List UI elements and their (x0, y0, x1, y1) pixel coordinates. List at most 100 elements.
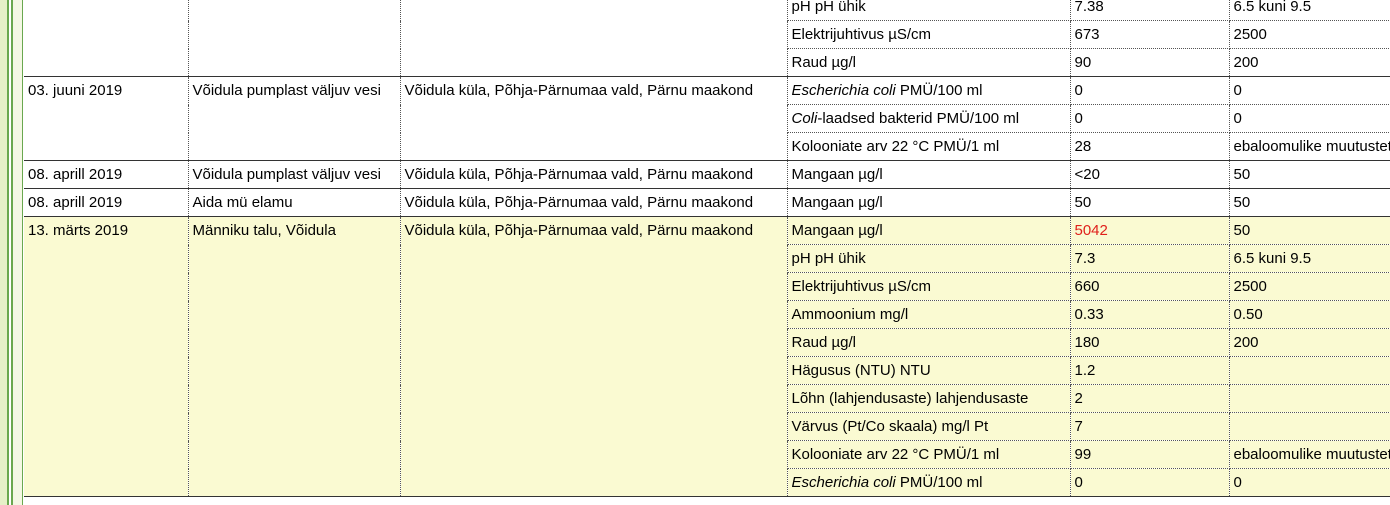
indicator-cell: Kolooniate arv 22 °C PMÜ/1 ml (787, 440, 1071, 469)
table-row: Lõhn (lahjendusaste) lahjendusaste 2 (24, 384, 1390, 413)
address-cell: Võidula küla, Põhja-Pärnumaa vald, Pärnu… (400, 76, 788, 105)
sampling-location-cell (188, 132, 401, 161)
left-border-decoration (0, 0, 24, 505)
measured-value-cell: 5042 (1070, 216, 1230, 245)
norm-value-cell (1229, 412, 1390, 441)
norm-value-cell: 200 (1229, 48, 1390, 77)
sampling-location-cell: Võidula pumplast väljuv vesi (188, 76, 401, 105)
indicator-cell: Mangaan µg/l (787, 160, 1071, 189)
address-cell (400, 440, 788, 469)
table-row: Escherichia coli PMÜ/100 ml 0 0 (24, 468, 1390, 497)
sampling-location-cell (188, 104, 401, 133)
norm-value-cell: 6.5 kuni 9.5 (1229, 244, 1390, 273)
table-row: 08. aprill 2019 Aida mü elamu Võidula küla… (24, 188, 1390, 217)
measured-value-cell: 90 (1070, 48, 1230, 77)
sample-date-cell (24, 132, 189, 161)
address-cell (400, 0, 788, 21)
indicator-italic-part: Escherichia coli (791, 474, 896, 491)
address-cell (400, 104, 788, 133)
sample-date-cell: 03. juuni 2019 (24, 76, 189, 105)
indicator-cell: pH pH ühik (787, 0, 1071, 21)
sample-date-cell: 13. märts 2019 (24, 216, 189, 245)
norm-value-cell: 0 (1229, 104, 1390, 133)
sample-date-cell (24, 328, 189, 357)
sample-date-cell (24, 272, 189, 301)
sample-date-cell (24, 20, 189, 49)
sample-date-cell (24, 244, 189, 273)
sample-date-cell (24, 0, 189, 21)
measured-value-cell: 7.38 (1070, 0, 1230, 21)
norm-value-cell: 6.5 kuni 9.5 (1229, 0, 1390, 21)
table-row: Elektrijuhtivus µS/cm 673 2500 (24, 20, 1390, 49)
indicator-cell: Elektrijuhtivus µS/cm (787, 272, 1071, 301)
indicator-cell: Escherichia coli PMÜ/100 ml (787, 468, 1071, 497)
table-row: Hägusus (NTU) NTU 1.2 (24, 356, 1390, 385)
indicator-unit-part: -laadsed bakterid PMÜ/100 ml (817, 110, 1020, 127)
measured-value-cell: 50 (1070, 188, 1230, 217)
sampling-location-cell (188, 244, 401, 273)
sampling-location-cell (188, 468, 401, 497)
sample-date-cell (24, 356, 189, 385)
address-cell (400, 132, 788, 161)
indicator-cell: Lõhn (lahjendusaste) lahjendusaste (787, 384, 1071, 413)
indicator-cell: Värvus (Pt/Co skaala) mg/l Pt (787, 412, 1071, 441)
indicator-cell: Ammoonium mg/l (787, 300, 1071, 329)
indicator-italic-part: Escherichia coli (791, 82, 896, 99)
sampling-location-cell (188, 384, 401, 413)
sampling-location-cell (188, 20, 401, 49)
address-cell (400, 244, 788, 273)
sampling-location-cell (188, 356, 401, 385)
table-row: Kolooniate arv 22 °C PMÜ/1 ml 28 ebaloomul… (24, 132, 1390, 161)
norm-value-cell: 2500 (1229, 272, 1390, 301)
measured-value-cell: 0.33 (1070, 300, 1230, 329)
address-cell (400, 412, 788, 441)
address-cell (400, 328, 788, 357)
measured-value-cell: 0 (1070, 76, 1230, 105)
sampling-location-cell (188, 48, 401, 77)
table-row: 08. aprill 2019 Võidula pumplast väljuv v… (24, 160, 1390, 189)
norm-value-cell: 50 (1229, 216, 1390, 245)
table-row: Raud µg/l 90 200 (24, 48, 1390, 77)
address-cell (400, 20, 788, 49)
indicator-cell: pH pH ühik (787, 244, 1071, 273)
norm-value-cell: ebaloomulike muutusteta (1229, 440, 1390, 469)
sampling-location-cell (188, 328, 401, 357)
table-row: pH pH ühik 7.38 6.5 kuni 9.5 (24, 0, 1390, 21)
norm-value-cell (1229, 356, 1390, 385)
indicator-italic-part: Coli (791, 110, 818, 127)
water-quality-table: pH pH ühik 7.38 6.5 kuni 9.5 Elektrijuhtivu… (24, 0, 1390, 497)
norm-value-cell: 0 (1229, 76, 1390, 105)
sampling-location-cell (188, 272, 401, 301)
measured-value-cell: 0 (1070, 104, 1230, 133)
norm-value-cell: 0.50 (1229, 300, 1390, 329)
address-cell (400, 468, 788, 497)
norm-value-cell: 50 (1229, 160, 1390, 189)
sample-date-cell: 08. aprill 2019 (24, 188, 189, 217)
address-cell: Võidula küla, Põhja-Pärnumaa vald, Pärnu… (400, 160, 788, 189)
address-cell (400, 48, 788, 77)
norm-value-cell (1229, 384, 1390, 413)
address-cell (400, 356, 788, 385)
sample-date-cell (24, 384, 189, 413)
measured-value-cell: 0 (1070, 468, 1230, 497)
measured-value-cell: 7 (1070, 412, 1230, 441)
indicator-cell: Escherichia coli PMÜ/100 ml (787, 76, 1071, 105)
sample-date-cell: 08. aprill 2019 (24, 160, 189, 189)
sampling-location-cell (188, 0, 401, 21)
measured-value-cell: 180 (1070, 328, 1230, 357)
indicator-cell: Kolooniate arv 22 °C PMÜ/1 ml (787, 132, 1071, 161)
indicator-cell: Mangaan µg/l (787, 216, 1071, 245)
address-cell (400, 384, 788, 413)
sample-date-cell (24, 440, 189, 469)
table-row: Värvus (Pt/Co skaala) mg/l Pt 7 (24, 412, 1390, 441)
page: pH pH ühik 7.38 6.5 kuni 9.5 Elektrijuhtivu… (0, 0, 1390, 505)
indicator-cell: Raud µg/l (787, 328, 1071, 357)
indicator-cell: Raud µg/l (787, 48, 1071, 77)
measured-value-cell: <20 (1070, 160, 1230, 189)
indicator-unit-part: PMÜ/100 ml (895, 474, 983, 491)
norm-value-cell: 0 (1229, 468, 1390, 497)
table-row: Elektrijuhtivus µS/cm 660 2500 (24, 272, 1390, 301)
measured-value-cell: 673 (1070, 20, 1230, 49)
indicator-cell: Coli-laadsed bakterid PMÜ/100 ml (787, 104, 1071, 133)
measured-value-cell: 660 (1070, 272, 1230, 301)
